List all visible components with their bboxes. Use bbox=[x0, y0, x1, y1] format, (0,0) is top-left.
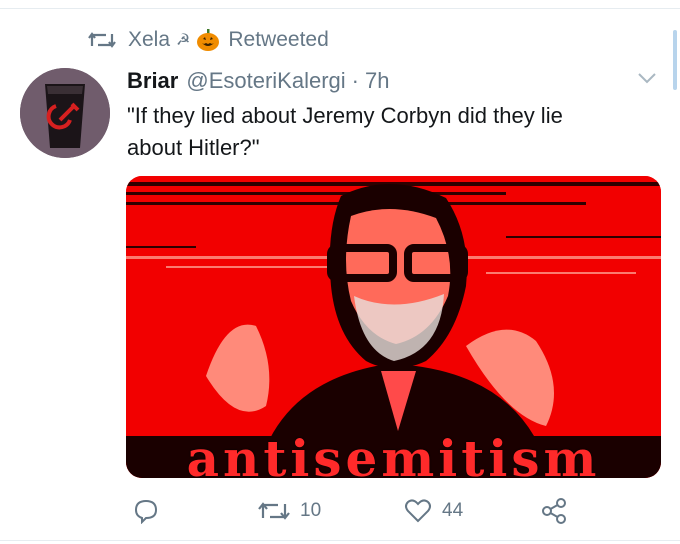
display-name[interactable]: Briar bbox=[127, 68, 178, 94]
heart-icon bbox=[404, 498, 432, 524]
reply-button[interactable] bbox=[133, 495, 169, 527]
retweeter-name[interactable]: Xela bbox=[128, 28, 170, 52]
share-button[interactable] bbox=[540, 495, 568, 527]
share-icon bbox=[540, 497, 568, 525]
timestamp[interactable]: 7h bbox=[365, 68, 389, 94]
retweet-count: 10 bbox=[300, 500, 322, 521]
like-button[interactable]: 44 bbox=[404, 495, 463, 527]
tweet-header: Briar @EsoteriKalergi · 7h bbox=[127, 66, 389, 96]
bottom-divider bbox=[0, 540, 680, 541]
avatar[interactable] bbox=[20, 68, 110, 158]
reply-icon bbox=[133, 498, 159, 524]
separator-dot: · bbox=[351, 68, 359, 93]
image-caption-text: antisemitism bbox=[186, 429, 601, 478]
sickle-icon: ☭ bbox=[176, 32, 191, 49]
user-handle[interactable]: @EsoteriKalergi bbox=[186, 68, 345, 94]
tweet-actions: 10 44 bbox=[0, 495, 680, 527]
top-divider bbox=[0, 0, 680, 9]
tweet-text: "If they lied about Jeremy Corbyn did th… bbox=[127, 103, 563, 160]
like-count: 44 bbox=[442, 500, 464, 521]
retweet-icon bbox=[88, 30, 128, 50]
tweet-image[interactable]: antisemitism bbox=[126, 176, 661, 478]
retweet-icon bbox=[258, 499, 290, 523]
retweeted-label: Retweeted bbox=[228, 28, 329, 51]
retweet-context[interactable]: Xela ☭ Retweeted bbox=[88, 26, 329, 54]
pumpkin-icon bbox=[196, 28, 228, 52]
scrollbar[interactable] bbox=[673, 30, 677, 90]
retweet-button[interactable]: 10 bbox=[258, 495, 321, 527]
